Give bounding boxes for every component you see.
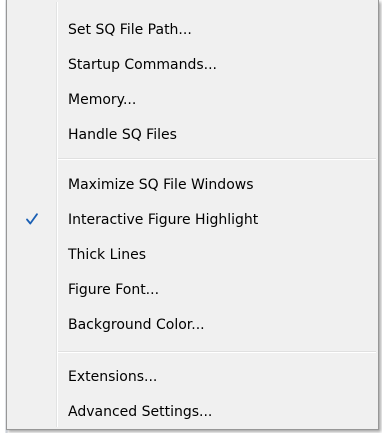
menu-item-label: Set SQ File Path... (68, 21, 192, 38)
menu-group-3: Extensions... Advanced Settings... (7, 359, 378, 429)
menu-item-advanced-settings[interactable]: Advanced Settings... (7, 394, 378, 429)
menu-item-label: Startup Commands... (68, 56, 218, 73)
menu-group-2: Maximize SQ File Windows Interactive Fig… (7, 167, 378, 342)
checkmark-icon (24, 211, 40, 227)
menu-item-startup-commands[interactable]: Startup Commands... (7, 47, 378, 82)
menu-item-background-color[interactable]: Background Color... (7, 307, 378, 342)
menu-item-label: Advanced Settings... (68, 403, 213, 420)
menu-group-1: Set SQ File Path... Startup Commands... … (7, 12, 378, 152)
menu-item-set-sq-file-path[interactable]: Set SQ File Path... (7, 12, 378, 47)
menu-item-label: Handle SQ Files (68, 126, 177, 143)
options-dropdown-menu: Set SQ File Path... Startup Commands... … (6, 0, 379, 430)
menu-separator (58, 351, 376, 353)
menu-separator (58, 158, 376, 160)
menu-item-label: Interactive Figure Highlight (68, 211, 259, 228)
menu-item-figure-font[interactable]: Figure Font... (7, 272, 378, 307)
menu-item-label: Figure Font... (68, 281, 160, 298)
menu-item-interactive-figure-highlight[interactable]: Interactive Figure Highlight (7, 202, 378, 237)
menu-item-memory[interactable]: Memory... (7, 82, 378, 117)
menu-item-extensions[interactable]: Extensions... (7, 359, 378, 394)
menu-item-handle-sq-files[interactable]: Handle SQ Files (7, 117, 378, 152)
menu-item-label: Maximize SQ File Windows (68, 176, 254, 193)
menu-item-maximize-sq-file-windows[interactable]: Maximize SQ File Windows (7, 167, 378, 202)
menu-item-thick-lines[interactable]: Thick Lines (7, 237, 378, 272)
menu-item-label: Extensions... (68, 368, 158, 385)
menu-item-label: Memory... (68, 91, 137, 108)
menu-item-label: Background Color... (68, 316, 205, 333)
menu-item-label: Thick Lines (68, 246, 147, 263)
